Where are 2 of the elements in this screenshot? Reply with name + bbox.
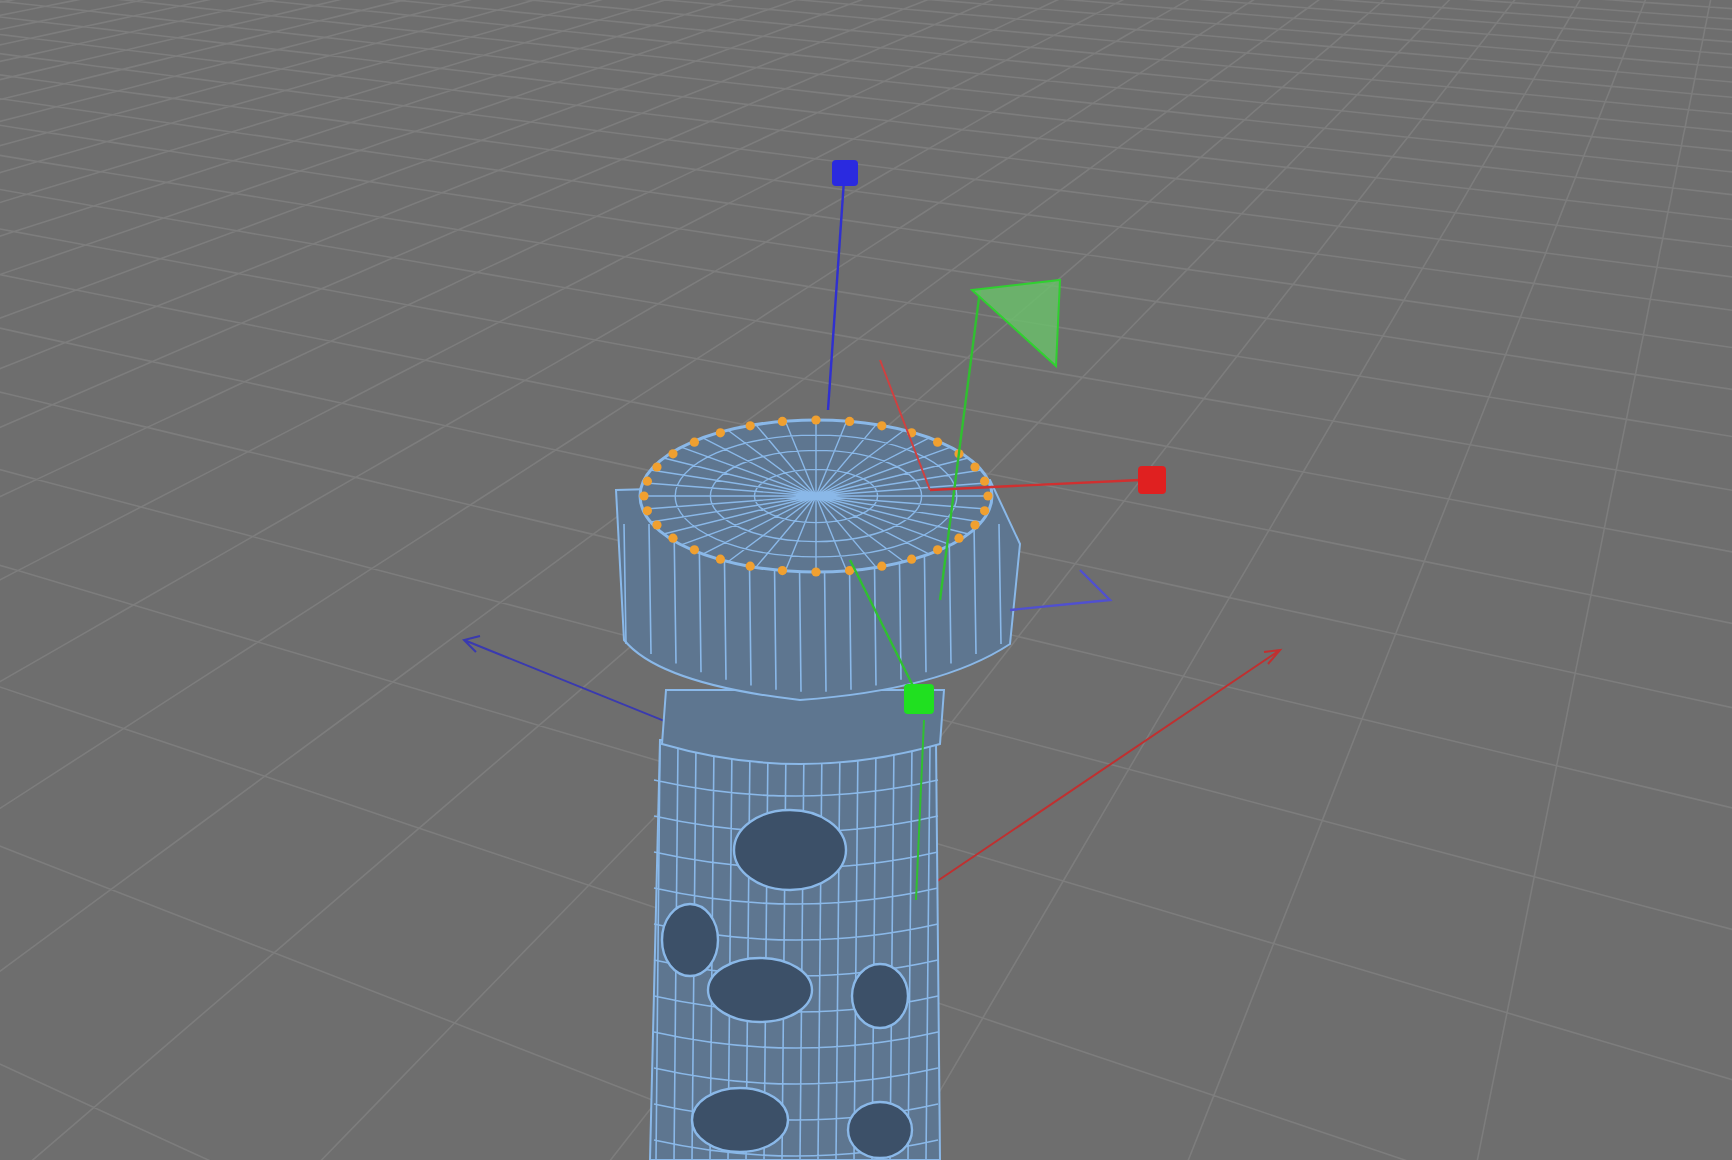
move-gizmo-drawing[interactable] xyxy=(826,160,1166,901)
bolt-wireframe-drawing[interactable] xyxy=(615,415,1021,1160)
